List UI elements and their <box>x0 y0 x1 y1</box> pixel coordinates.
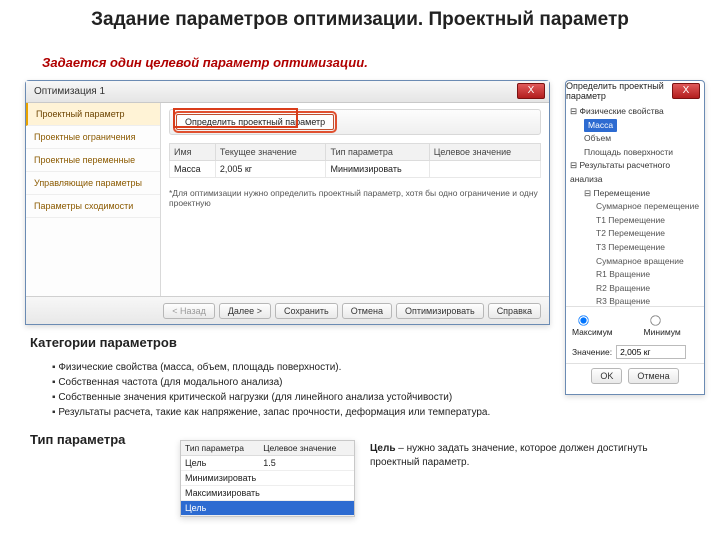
sidebar-item-project-param[interactable]: Проектный параметр <box>26 103 160 126</box>
save-button[interactable]: Сохранить <box>275 303 338 319</box>
win2-footer: OK Отмена <box>566 363 704 388</box>
tree-node-area[interactable]: Площадь поверхности <box>570 146 700 160</box>
win1-title: Оптимизация 1 <box>34 86 105 97</box>
win2-titlebar: Определить проектный параметр X <box>566 81 704 101</box>
tree-group-physical[interactable]: Физические свойства <box>579 106 663 116</box>
tree-node[interactable]: T3 Перемещение <box>570 241 700 255</box>
dd-option[interactable]: Максимизировать <box>181 486 354 501</box>
param-tree[interactable]: ⊟ Физические свойства Масса Объем Площад… <box>566 101 704 306</box>
tree-node[interactable]: R3 Вращение <box>570 295 700 306</box>
win1-sidebar: Проектный параметр Проектные ограничения… <box>26 103 161 296</box>
ok-button[interactable]: OK <box>591 368 622 384</box>
cancel-button[interactable]: Отмена <box>628 368 678 384</box>
dd-target-value[interactable]: 1.5 <box>259 456 354 471</box>
radio-max[interactable]: Максимум <box>572 311 630 337</box>
tree-node[interactable]: T1 Перемещение <box>570 214 700 228</box>
params-table: Имя Текущее значение Тип параметра Целев… <box>169 143 541 178</box>
value-label: Значение: <box>572 347 612 357</box>
win1-footer: < Назад Далее > Сохранить Отмена Оптимиз… <box>26 296 549 324</box>
tree-group-results[interactable]: Результаты расчетного анализа <box>570 160 670 184</box>
tree-node[interactable]: T2 Перемещение <box>570 227 700 241</box>
cell-type: Минимизировать <box>326 161 429 178</box>
dd-col-target: Целевое значение <box>259 441 354 456</box>
cell-target <box>429 161 540 178</box>
win1-titlebar: Оптимизация 1 X <box>26 81 549 103</box>
dd-option[interactable]: Минимизировать <box>181 471 354 486</box>
next-button[interactable]: Далее > <box>219 303 271 319</box>
categories-list: Физические свойства (масса, объем, площа… <box>52 360 542 420</box>
value-row: Значение: <box>566 341 704 363</box>
close-icon[interactable]: X <box>517 83 545 99</box>
goal-bold: Цель <box>370 443 396 454</box>
list-item: Физические свойства (масса, объем, площа… <box>52 360 542 375</box>
hint-text: *Для оптимизации нужно определить проект… <box>169 188 541 208</box>
cancel-button[interactable]: Отмена <box>342 303 392 319</box>
sidebar-item-variables[interactable]: Проектные переменные <box>26 149 160 172</box>
col-current: Текущее значение <box>215 144 326 161</box>
cell-name: Масса <box>170 161 216 178</box>
tree-node[interactable]: R1 Вращение <box>570 268 700 282</box>
list-item: Собственные значения критической нагрузк… <box>52 390 542 405</box>
tree-node[interactable]: Суммарное перемещение <box>570 200 700 214</box>
col-target: Целевое значение <box>429 144 540 161</box>
table-row[interactable]: Масса 2,005 кг Минимизировать <box>170 161 541 178</box>
cell-value: 2,005 кг <box>215 161 326 178</box>
dd-col-type: Тип параметра <box>181 441 259 456</box>
optimize-button[interactable]: Оптимизировать <box>396 303 484 319</box>
optimization-window: Оптимизация 1 X Проектный параметр Проек… <box>25 80 550 325</box>
goal-rest: – нужно задать значение, которое должен … <box>370 443 648 468</box>
define-param-button[interactable]: Определить проектный параметр <box>176 114 334 130</box>
dd-option[interactable]: Цель <box>181 501 354 516</box>
categories-heading: Категории параметров <box>30 335 177 350</box>
col-name: Имя <box>170 144 216 161</box>
define-param-window: Определить проектный параметр X ⊟ Физиче… <box>565 80 705 395</box>
radio-min[interactable]: Минимум <box>644 311 698 337</box>
goal-description: Цель – нужно задать значение, которое до… <box>370 442 650 470</box>
type-heading: Тип параметра <box>30 432 125 447</box>
tree-node-volume[interactable]: Объем <box>570 132 700 146</box>
toolbar: Определить проектный параметр <box>169 109 541 135</box>
list-item: Собственная частота (для модального анал… <box>52 375 542 390</box>
tree-group-displacement[interactable]: Перемещение <box>593 188 650 198</box>
sidebar-item-convergence[interactable]: Параметры сходимости <box>26 195 160 218</box>
dd-selected[interactable]: Цель <box>181 456 259 471</box>
list-item: Результаты расчета, такие как напряжение… <box>52 405 542 420</box>
close-icon[interactable]: X <box>672 83 700 99</box>
win1-content: Определить проектный параметр Имя Текуще… <box>161 103 549 296</box>
radio-row: Максимум Минимум <box>566 306 704 341</box>
param-type-dropdown[interactable]: Тип параметра Целевое значение Цель 1.5 … <box>180 440 355 517</box>
back-button[interactable]: < Назад <box>163 303 215 319</box>
value-input[interactable] <box>616 345 686 359</box>
sidebar-item-control[interactable]: Управляющие параметры <box>26 172 160 195</box>
tree-node[interactable]: Суммарное вращение <box>570 255 700 269</box>
win2-title: Определить проектный параметр <box>566 81 664 101</box>
tree-node[interactable]: R2 Вращение <box>570 282 700 296</box>
col-type: Тип параметра <box>326 144 429 161</box>
help-button[interactable]: Справка <box>488 303 541 319</box>
slide-subtitle: Задается один целевой параметр оптимизац… <box>42 55 368 70</box>
sidebar-item-constraints[interactable]: Проектные ограничения <box>26 126 160 149</box>
tree-node-mass[interactable]: Масса <box>584 119 617 133</box>
slide-title: Задание параметров оптимизации. Проектны… <box>0 8 720 32</box>
